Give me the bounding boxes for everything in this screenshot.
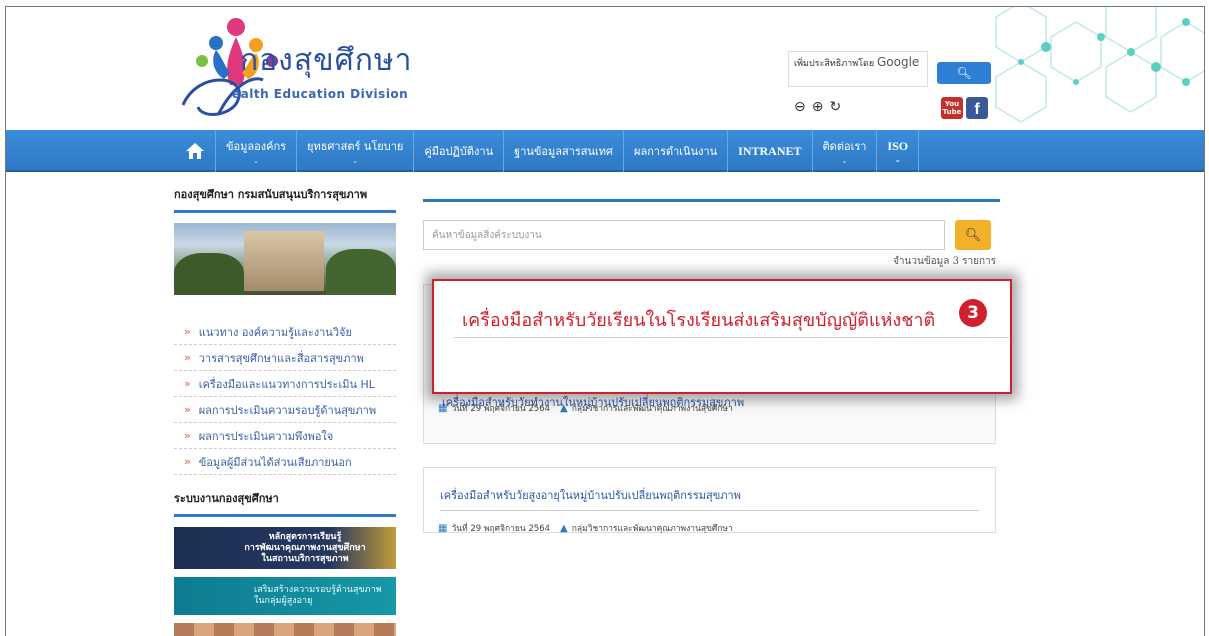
- double-chevron-right-icon: »: [184, 403, 191, 416]
- double-chevron-right-icon: »: [184, 325, 191, 338]
- nav-item-label: ข้อมูลองค์กร: [226, 140, 287, 153]
- nav-home-button[interactable]: [174, 130, 216, 172]
- youtube-label: You Tube: [942, 100, 962, 116]
- search-icon: 🔍︎: [964, 227, 982, 243]
- logo-title: กองสุขศึกษา: [240, 43, 413, 78]
- sidebar-item-stakeholders[interactable]: » ข้อมูลผู้มีส่วนได้ส่วนเสียภายนอก: [174, 449, 396, 475]
- highlighted-item-title[interactable]: เครื่องมือสำหรับวัยเรียนในโรงเรียนส่งเสร…: [462, 305, 935, 334]
- result-count: จำนวนข้อมูล 3 รายการ: [893, 256, 996, 267]
- nav-item-intranet[interactable]: INTRANET: [728, 130, 813, 172]
- reset-icon[interactable]: ↻: [829, 99, 841, 115]
- sidebar-item-label: ผลการประเมินความรอบรู้ด้านสุขภาพ: [198, 403, 377, 417]
- sidebar-item-guidelines[interactable]: » แนวทาง องค์ความรู้และงานวิจัย: [174, 319, 396, 345]
- banner-line: ในสถานบริการสุขภาพ: [261, 554, 349, 564]
- home-icon: [185, 143, 204, 159]
- social-links: You Tube f: [941, 97, 988, 119]
- google-label: เพิ่มประสิทธิภาพโดย Google: [794, 55, 919, 70]
- highlighted-item-divider: [454, 337, 1009, 338]
- item-title[interactable]: เครื่องมือสำหรับวัยสูงอายุในหมู่บ้านปรับ…: [440, 486, 979, 511]
- nav-item-iso[interactable]: ISO ⌄: [877, 130, 920, 172]
- list-item[interactable]: เครื่องมือสำหรับวัยสูงอายุในหมู่บ้านปรับ…: [423, 467, 996, 535]
- banner-elderly[interactable]: เสริมสร้างความรอบรู้ด้านสุขภาพ ในกลุ่มผู…: [174, 577, 396, 615]
- banner-line: การพัฒนาคุณภาพงานสุขศึกษา: [244, 543, 366, 553]
- chevron-down-icon: ⌄: [352, 157, 359, 165]
- facebook-label: f: [974, 101, 980, 118]
- sidebar-item-label: เครื่องมือและแนวทางการประเมิน HL: [198, 377, 375, 391]
- nav-item-label: คู่มือปฏิบัติงาน: [424, 145, 494, 158]
- google-label-prefix: เพิ่มประสิทธิภาพโดย: [794, 59, 875, 69]
- sidebar: กองสุขศึกษา กรมสนับสนุนบริการสุขภาพ » แนว…: [174, 185, 396, 636]
- banner-line: ในกลุ่มผู้สูงอายุ: [254, 596, 313, 606]
- item-date: วันที่ 29 พฤศจิกายน 2564: [451, 524, 551, 534]
- site-header: กองสุขศึกษา ealth Education Division เพิ…: [6, 7, 1204, 130]
- search-icon: 🔍︎: [956, 66, 972, 80]
- sidebar-links: » แนวทาง องค์ความรู้และงานวิจัย » วารสารสุ…: [174, 319, 396, 475]
- sidebar-item-label: ข้อมูลผู้มีส่วนได้ส่วนเสียภายนอก: [198, 455, 352, 469]
- sidebar-item-label: ผลการประเมินความพึงพอใจ: [198, 429, 334, 443]
- main-divider: [423, 199, 1000, 202]
- banner-line: เสริมสร้างความรอบรู้ด้านสุขภาพ: [254, 585, 382, 595]
- nav-item-contact[interactable]: ติดต่อเรา ⌄: [813, 130, 878, 172]
- nav-item-manuals[interactable]: คู่มือปฏิบัติงาน: [414, 130, 505, 172]
- nav-item-label: ติดต่อเรา: [822, 140, 867, 153]
- sidebar-heading: กองสุขศึกษา กรมสนับสนุนบริการสุขภาพ: [174, 185, 396, 213]
- youtube-icon[interactable]: You Tube: [941, 97, 963, 119]
- zoom-tools: ⊖ ⊕ ↻: [794, 99, 841, 115]
- page-frame: กองสุขศึกษา ealth Education Division เพิ…: [5, 6, 1205, 636]
- item-author: กลุ่มวิชาการและพัฒนาคุณภาพงานสุขศึกษา: [571, 524, 733, 534]
- chevron-down-icon: ⌄: [253, 157, 259, 165]
- nav-item-label: ฐานข้อมูลสารสนเทศ: [514, 145, 614, 158]
- nav-item-label: ยุทธศาสตร์ นโยบาย: [307, 140, 404, 153]
- logo-subtitle: ealth Education Division: [232, 87, 409, 101]
- nav-item-results[interactable]: ผลการดำเนินงาน: [624, 130, 729, 172]
- zoom-out-icon[interactable]: ⊖: [794, 99, 806, 115]
- search-placeholder: ค้นหาข้อมูลสิ่งค์ระบบงาน: [432, 229, 542, 241]
- search-button[interactable]: 🔍︎: [955, 220, 991, 250]
- main-content: ค้นหาข้อมูลสิ่งค์ระบบงาน 🔍︎ จำนวนข้อมูล …: [423, 199, 1000, 534]
- highlighted-item[interactable]: เครื่องมือสำหรับวัยเรียนในโรงเรียนส่งเสร…: [432, 279, 1012, 394]
- double-chevron-right-icon: »: [184, 351, 191, 364]
- item-meta: ▦ วันที่ 29 พฤศจิกายน 2564 ▲ กลุ่มวิชากา…: [438, 521, 995, 535]
- nav-item-organization[interactable]: ข้อมูลองค์กร ⌄: [216, 130, 298, 172]
- sidebar-item-hl-results[interactable]: » ผลการประเมินความรอบรู้ด้านสุขภาพ: [174, 397, 396, 423]
- sidebar-item-journal[interactable]: » วารสารสุขศึกษาและสื่อสารสุขภาพ: [174, 345, 396, 371]
- double-chevron-right-icon: »: [184, 455, 191, 468]
- google-search-button[interactable]: 🔍︎: [937, 62, 991, 84]
- banner-line: หลักสูตรการเรียนรู้: [268, 532, 342, 542]
- banner-third[interactable]: [174, 623, 396, 636]
- chevron-down-icon: ⌄: [841, 157, 848, 165]
- double-chevron-right-icon: »: [184, 377, 191, 390]
- facebook-icon[interactable]: f: [966, 97, 988, 119]
- building-photo: [174, 223, 396, 295]
- banner-elearning[interactable]: หลักสูตรการเรียนรู้ การพัฒนาคุณภาพงานสุข…: [174, 527, 396, 569]
- calendar-icon: ▦: [438, 522, 448, 534]
- user-icon: ▲: [560, 522, 568, 534]
- double-chevron-right-icon: »: [184, 429, 191, 442]
- sidebar-item-label: แนวทาง องค์ความรู้และงานวิจัย: [198, 325, 352, 339]
- nav-item-strategy[interactable]: ยุทธศาสตร์ นโยบาย ⌄: [297, 130, 415, 172]
- nav-item-label: ISO: [887, 138, 909, 153]
- nav-item-label: ผลการดำเนินงาน: [634, 145, 718, 158]
- nav-item-label: INTRANET: [738, 143, 802, 158]
- sidebar-heading-systems: ระบบงานกองสุขศึกษา: [174, 489, 396, 517]
- nav-item-database[interactable]: ฐานข้อมูลสารสนเทศ: [504, 130, 625, 172]
- google-label-brand: Google: [877, 55, 920, 69]
- number-badge: 3: [959, 299, 987, 327]
- sidebar-item-satisfaction[interactable]: » ผลการประเมินความพึงพอใจ: [174, 423, 396, 449]
- item-title[interactable]: เครื่องมือสำหรับวัยทำงานในหมู่บ้านปรับเป…: [442, 393, 982, 411]
- chevron-down-icon: ⌄: [894, 155, 901, 164]
- zoom-in-icon[interactable]: ⊕: [812, 99, 824, 115]
- sidebar-item-label: วารสารสุขศึกษาและสื่อสารสุขภาพ: [198, 351, 364, 365]
- search-input[interactable]: ค้นหาข้อมูลสิ่งค์ระบบงาน: [423, 220, 945, 250]
- sidebar-item-hl-tools[interactable]: » เครื่องมือและแนวทางการประเมิน HL: [174, 371, 396, 397]
- main-nav: ข้อมูลองค์กร ⌄ ยุทธศาสตร์ นโยบาย ⌄ คู่มื…: [6, 130, 1204, 172]
